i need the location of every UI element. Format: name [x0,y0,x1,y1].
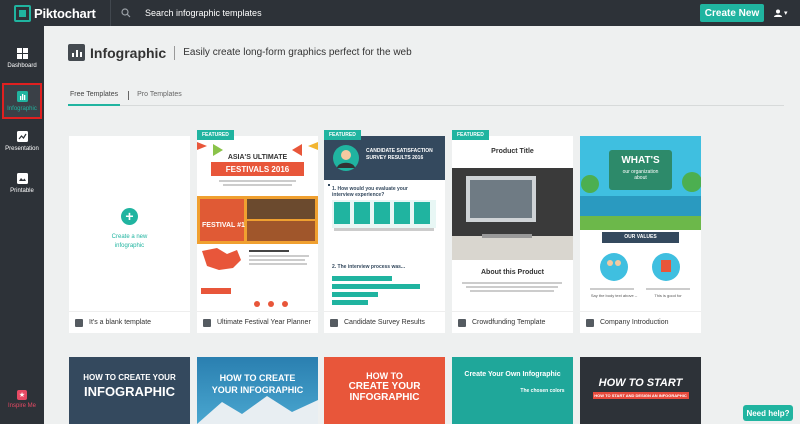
thumb-caption: Say the body text above – [590,293,638,298]
sidebar-item-dashboard[interactable]: Dashboard [0,48,44,69]
thumb-title: Product Title [491,148,534,155]
plus-icon[interactable]: + [121,208,138,225]
template-card[interactable]: HOW TO START HOW TO START AND DESIGN AN … [580,357,701,424]
sidebar-item-infographic[interactable]: Infographic [2,83,42,119]
template-card[interactable]: Create Your Own Infographic The chosen c… [452,357,573,424]
thumb-caption: This is good for [654,293,682,298]
infographic-icon [68,44,85,61]
top-bar: Piktochart Search infographic templates … [0,0,800,26]
thumb-title: About this Product [481,269,544,276]
brand-logo[interactable]: Piktochart [0,4,110,22]
page-subtitle: Easily create long-form graphics perfect… [183,47,412,58]
template-card-survey[interactable]: FEATURED CANDIDATE SATISFACTION SURVEY RE… [324,130,445,333]
user-icon [774,9,782,17]
thumb-title: HOW TO [366,371,403,381]
sidebar-item-label: Presentation [5,146,39,152]
thumb-section-title: OUR VALUES [624,234,657,240]
grid-icon [16,48,28,59]
template-thumbnail[interactable]: WHAT'S our organization about OUR VALUES … [580,136,701,311]
need-help-button[interactable]: Need help? [743,405,793,421]
page-title: Infographic [90,44,167,61]
thumb-title: ASIA'S ULTIMATE [227,154,288,161]
infographic-icon [330,318,338,327]
mountain-illustration [197,396,318,424]
create-new-infographic-text: Create a new infographic [111,234,148,249]
template-card-festival[interactable]: FEATURED ASIA'S ULTIMATE FESTIVALS 2016 … [197,130,318,333]
chevron-down-icon: ▾ [784,10,788,17]
template-card-blank[interactable]: + Create a new infographic It's a blank t… [69,136,190,333]
featured-badge: FEATURED [452,130,489,140]
template-thumbnail[interactable]: + Create a new infographic [69,136,190,311]
sidebar: Dashboard Infographic Presentation Print… [0,26,44,424]
infographic-icon [586,318,594,327]
template-tabs: Free Templates Pro Templates [68,88,784,106]
thumb-title: WHAT'S [621,155,660,166]
thumb-title: HOW TO CREATE [219,373,296,383]
search-icon[interactable] [111,8,141,18]
thumb-question: 1. How would you evaluate your interview … [332,186,408,198]
logo-mark-icon [14,4,31,22]
template-thumbnail[interactable]: Product Title About this Product [452,136,573,311]
survey-thumbnail-art [324,136,445,311]
sidebar-item-label: Dashboard [7,63,37,69]
template-card-company[interactable]: WHAT'S our organization about OUR VALUES … [580,136,701,333]
thumb-subtitle: our organization about [622,169,659,181]
infographic-icon [75,318,83,327]
inspire-me-label: Inspire Me [7,403,36,409]
template-name: It's a blank template [69,311,190,333]
presentation-icon [16,131,28,142]
user-menu[interactable]: ▾ [774,9,800,17]
thumb-title: FESTIVALS 2016 [225,165,290,174]
inspire-me-button[interactable]: ★ Inspire Me [0,390,44,409]
thumb-title: HOW TO CREATE YOUR [83,373,176,382]
tab-free-templates[interactable]: Free Templates [68,88,121,106]
template-card-crowdfunding[interactable]: FEATURED Product Title About this Produc… [452,130,573,333]
sidebar-item-printable[interactable]: Printable [0,173,44,194]
template-name: Ultimate Festival Year Planner [197,311,318,333]
tab-divider [128,91,130,100]
template-thumbnail[interactable]: ASIA'S ULTIMATE FESTIVALS 2016 FESTIVAL … [197,136,318,311]
page-header: Infographic Easily create long-form grap… [68,44,412,61]
infographic-icon [458,318,466,327]
template-thumbnail[interactable]: CANDIDATE SATISFACTION SURVEY RESULTS 201… [324,136,445,311]
infographic-icon [16,90,28,102]
thumb-title: INFOGRAPHIC [349,392,420,403]
sidebar-item-label: Printable [10,188,34,194]
header-divider [174,45,176,60]
template-name: Crowdfunding Template [452,311,573,333]
search-input[interactable]: Search infographic templates [141,8,700,18]
thumb-title: FESTIVAL #1 [202,222,245,229]
template-card[interactable]: HOW TO CREATE YOUR INFOGRAPHIC [197,357,318,424]
brand-name: Piktochart [34,5,96,21]
star-icon: ★ [17,390,27,400]
thumb-title: INFOGRAPHIC [84,384,175,399]
infographic-icon [203,318,211,327]
featured-badge: FEATURED [324,130,361,140]
thumb-title: CREATE YOUR [348,381,421,392]
tab-pro-templates[interactable]: Pro Templates [137,88,182,106]
thumb-question: 2. The interview process was... [332,264,406,270]
thumb-subtitle: The chosen colors [520,388,565,394]
create-new-button[interactable]: Create New [700,4,764,22]
sidebar-item-presentation[interactable]: Presentation [0,131,44,152]
template-name: Candidate Survey Results [324,311,445,333]
featured-badge: FEATURED [197,130,234,140]
sidebar-item-label: Infographic [7,105,37,112]
product-thumbnail-art [452,136,573,311]
template-card[interactable]: HOW TO CREATE YOUR INFOGRAPHIC [324,357,445,424]
thumb-title: HOW TO START [598,377,683,389]
thumb-title: Create Your Own Infographic [464,371,561,378]
template-card[interactable]: HOW TO CREATE YOUR INFOGRAPHIC [69,357,190,424]
thumb-title: CANDIDATE SATISFACTION SURVEY RESULTS 201… [366,148,433,161]
printable-icon [16,173,28,184]
template-name: Company Introduction [580,311,701,333]
thumb-subtitle: HOW TO START AND DESIGN AN INFOGRAPHIC [592,392,689,399]
